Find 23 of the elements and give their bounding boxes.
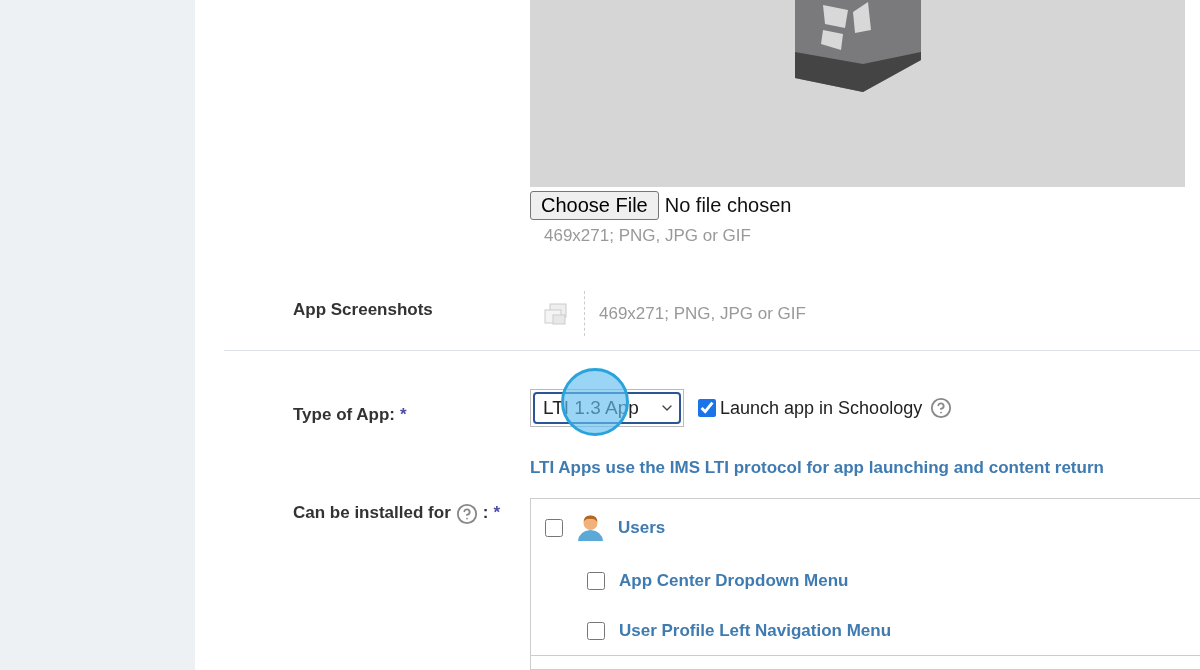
file-status: No file chosen <box>664 194 792 217</box>
launch-checkbox[interactable] <box>698 399 716 417</box>
option-link[interactable]: Users <box>618 517 666 538</box>
app-type-note: LTI Apps use the IMS LTI protocol for app launching and content return <box>530 458 1105 478</box>
help-icon[interactable] <box>930 397 953 419</box>
user-icon <box>577 514 604 541</box>
images-icon <box>544 302 568 325</box>
option-link[interactable]: App Center Dropdown Menu <box>619 571 849 591</box>
option-link[interactable]: User Profile Left Navigation Menu <box>619 621 892 641</box>
choose-file-button[interactable]: Choose File <box>530 191 659 220</box>
required-mark: * <box>400 405 407 425</box>
screenshots-hint: 469x271; PNG, JPG or GIF <box>599 303 806 324</box>
image-hint: 469x271; PNG, JPG or GIF <box>544 226 752 246</box>
field-label: App Screenshots <box>293 300 433 320</box>
separator: : <box>482 503 489 523</box>
help-icon[interactable] <box>455 503 478 525</box>
checkbox[interactable] <box>587 622 605 640</box>
checkbox-label: Launch app in Schoology <box>720 397 923 419</box>
field-label: Type of App: <box>293 405 395 425</box>
checkbox[interactable] <box>545 518 563 537</box>
field-label: Can be installed for <box>293 503 451 523</box>
checkbox[interactable] <box>587 572 605 590</box>
required-mark: * <box>493 503 501 523</box>
